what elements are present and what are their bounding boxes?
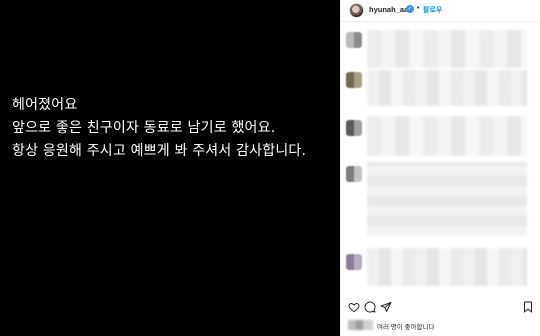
comment-avatar[interactable] (346, 166, 362, 182)
comment-button[interactable] (363, 300, 377, 314)
comment-blurred-text (367, 248, 527, 286)
post-image-text: 헤어졌어요 앞으로 좋은 친구이자 동료로 남기로 했어요. 항상 응원해 주시… (12, 94, 332, 163)
avatar[interactable] (349, 3, 364, 18)
separator-dot: • (417, 5, 420, 12)
comment-avatar[interactable] (346, 72, 362, 88)
list-item (341, 116, 540, 156)
username-link[interactable]: hyunah_aa (369, 5, 408, 14)
post-image[interactable]: 헤어졌어요 앞으로 좋은 친구이자 동료로 남기로 했어요. 항상 응원해 주시… (0, 0, 340, 336)
post-actions (341, 300, 540, 316)
share-button[interactable] (379, 300, 393, 314)
list-item (341, 160, 540, 240)
like-button[interactable] (347, 300, 361, 314)
liker-avatars-blurred (348, 320, 373, 330)
heart-icon (348, 302, 360, 313)
post-header: hyunah_aa ✓ • 팔로우 (341, 0, 540, 22)
save-button[interactable] (521, 300, 535, 314)
list-item (341, 28, 540, 72)
post-line-2: 앞으로 좋은 친구이자 동료로 남기로 했어요. (12, 120, 276, 136)
likes-summary[interactable]: 여러 명이 좋아합니다 (341, 318, 540, 332)
comment-avatar[interactable] (346, 120, 362, 136)
share-icon (380, 302, 392, 312)
follow-button[interactable]: 팔로우 (423, 5, 442, 15)
likes-text: 여러 명이 좋아합니다 (377, 324, 435, 331)
verified-badge-icon: ✓ (406, 5, 414, 13)
comment-blurred-text (367, 30, 527, 68)
post-line-1: 헤어졌어요 (12, 97, 78, 113)
comment-avatar[interactable] (346, 254, 362, 270)
list-item (341, 70, 540, 110)
bookmark-icon (524, 301, 532, 313)
comment-avatar[interactable] (346, 32, 362, 48)
comment-icon (364, 301, 376, 313)
comment-blurred-text (367, 162, 527, 236)
instagram-post-view: 헤어졌어요 앞으로 좋은 친구이자 동료로 남기로 했어요. 항상 응원해 주시… (0, 0, 540, 336)
comment-blurred-text (367, 70, 527, 106)
post-line-3: 항상 응원해 주시고 예쁘게 봐 주셔서 감사합니다. (12, 143, 307, 159)
post-side-panel: hyunah_aa ✓ • 팔로우 여러 명이 좋아합니다 (340, 0, 540, 336)
list-item (341, 246, 540, 286)
comment-blurred-text (367, 116, 527, 156)
comments-list (341, 22, 540, 292)
